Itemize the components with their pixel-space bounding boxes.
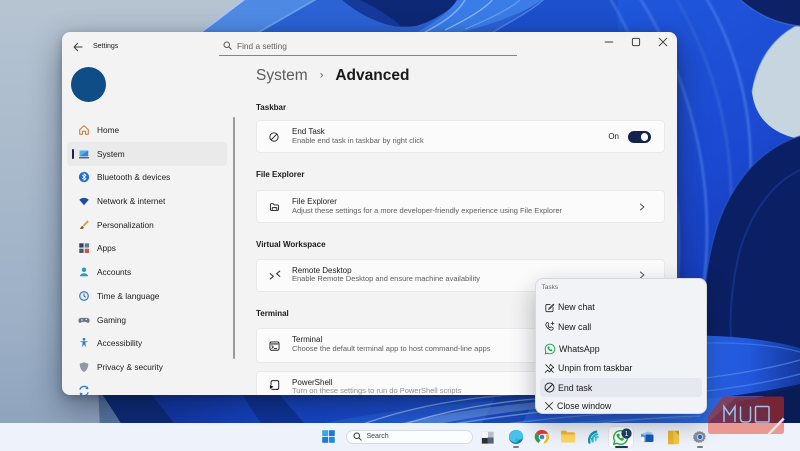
svg-text:1: 1 (624, 429, 628, 438)
